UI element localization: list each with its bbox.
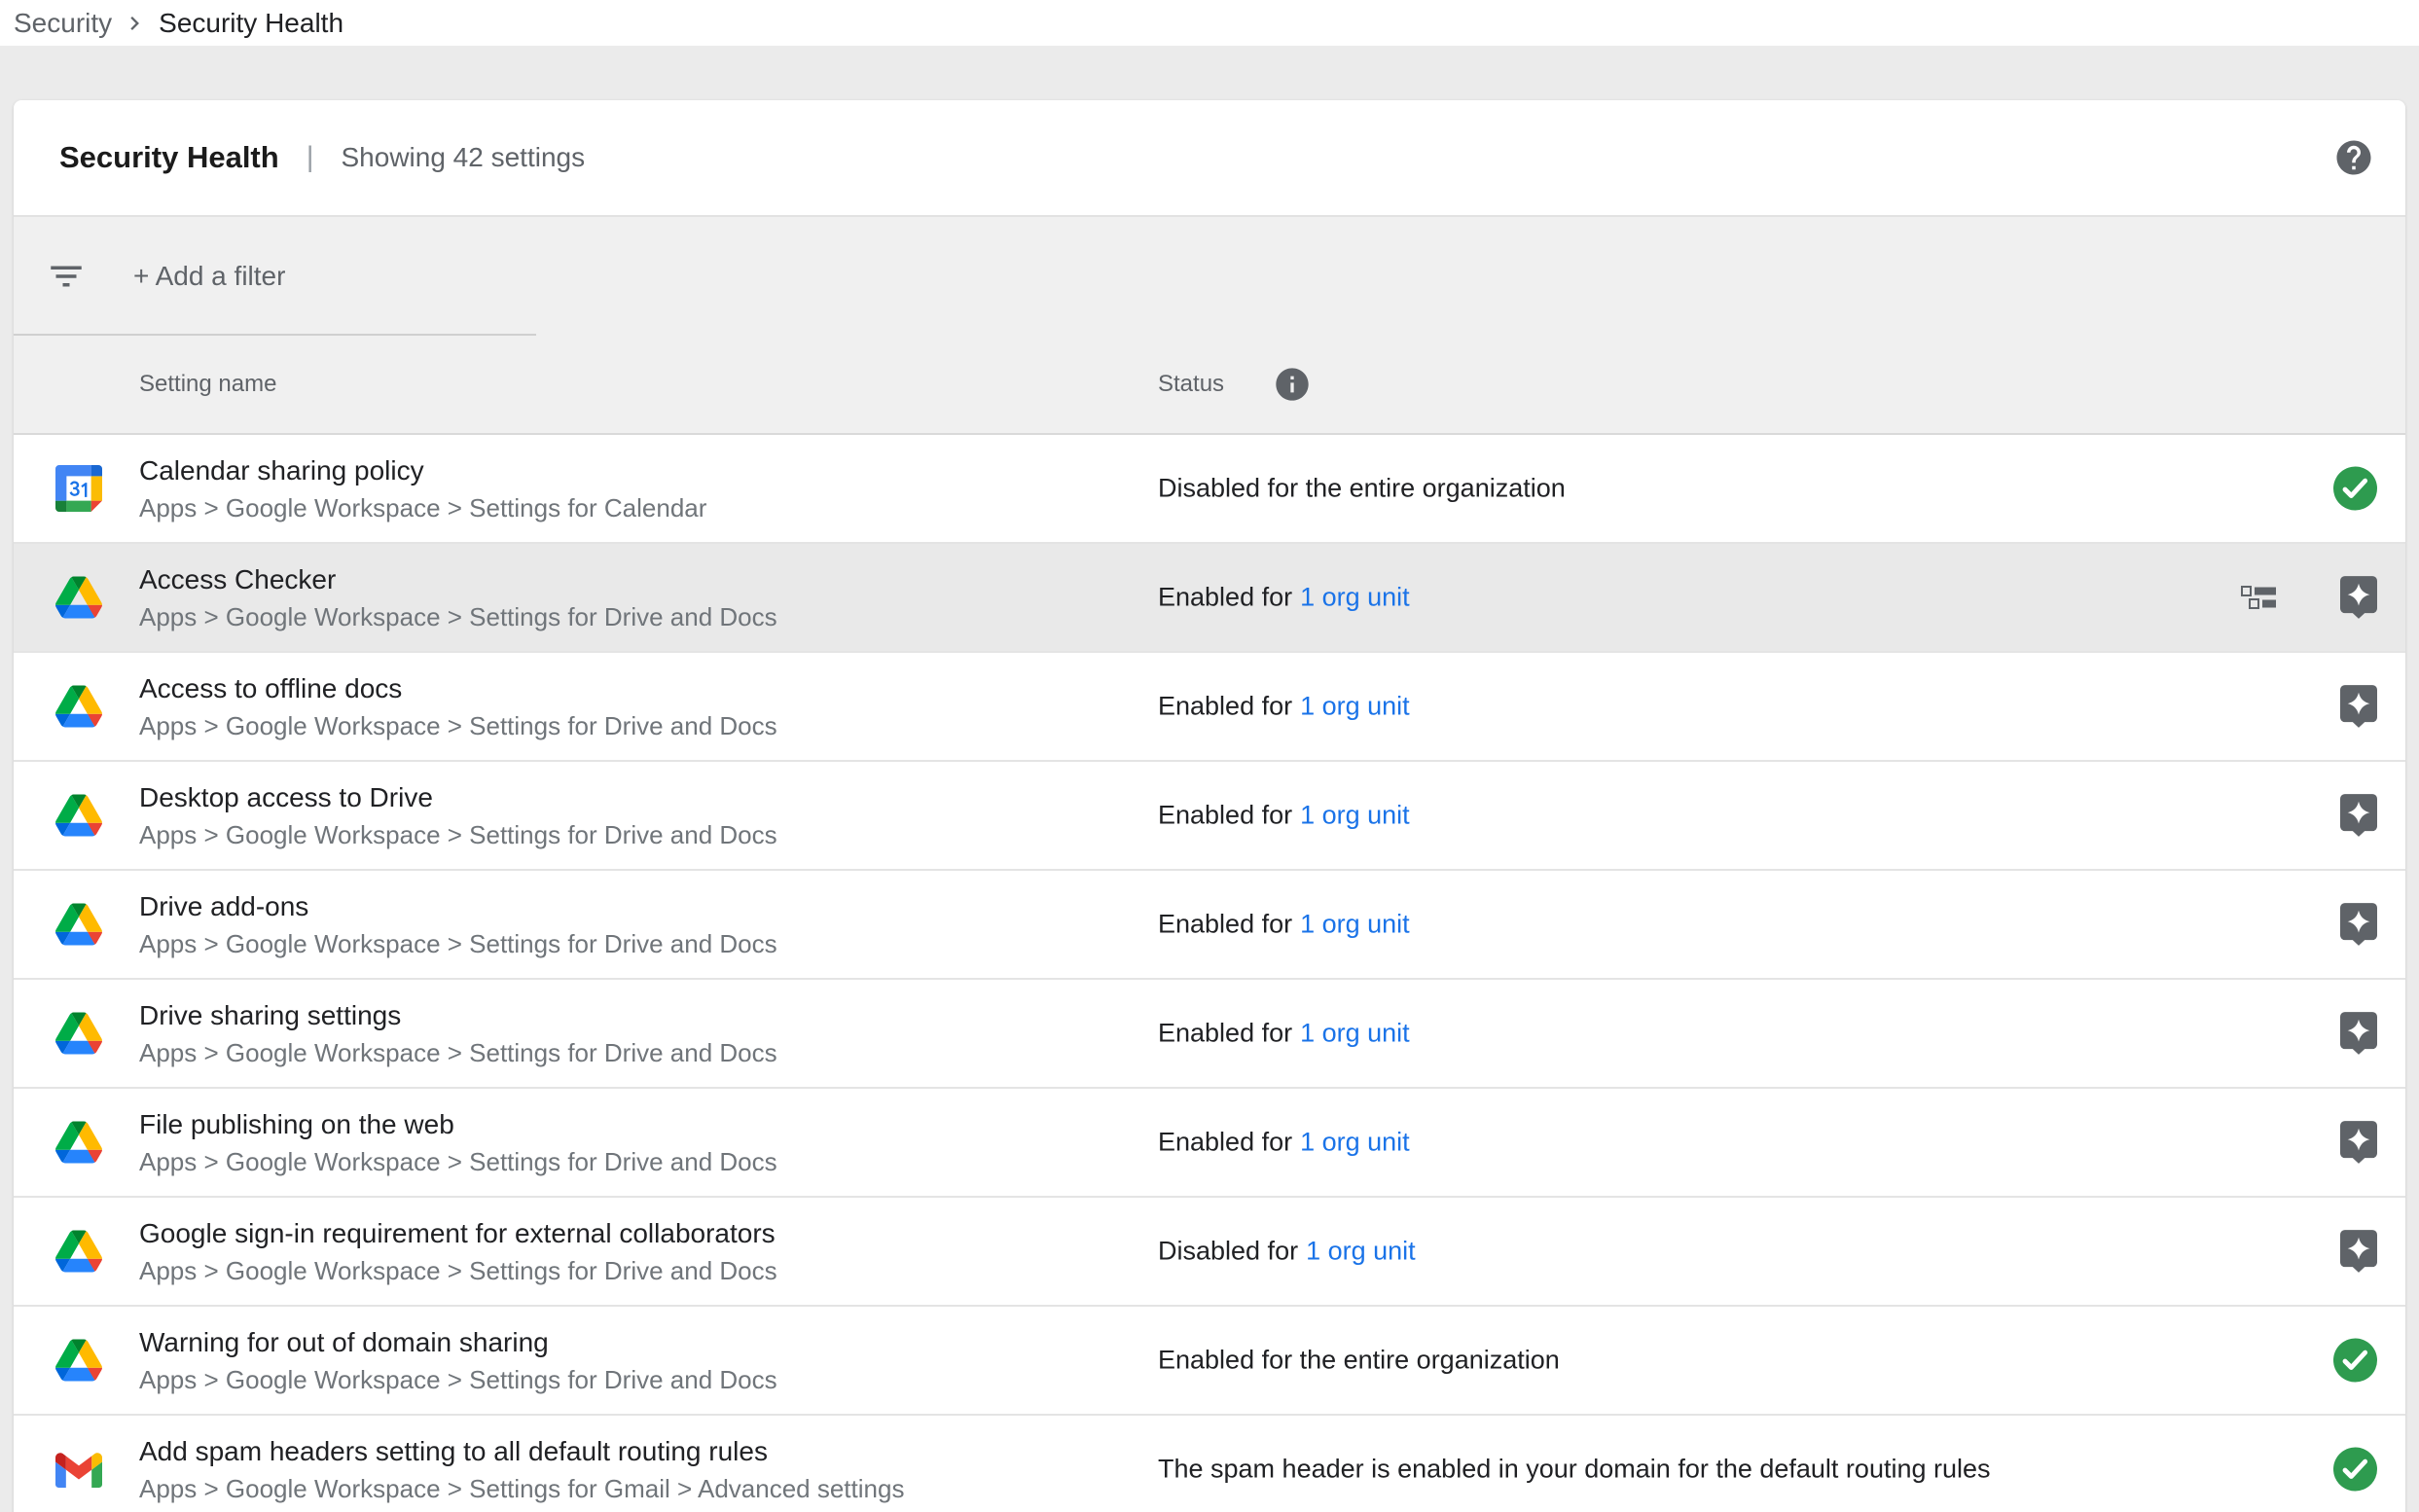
setting-name[interactable]: Add spam headers setting to all default … [139,1436,904,1467]
org-units-icon[interactable] [2241,585,2276,610]
settings-count: Showing 42 settings [342,142,586,173]
google-drive-icon [55,1010,102,1057]
recommendation-badge-icon[interactable] [2340,794,2377,837]
setting-status: Enabled for 1 org unit [1158,1128,1410,1158]
setting-path: Apps > Google Workspace > Settings for D… [139,1256,777,1285]
status-text: Enabled for [1158,583,1292,613]
org-unit-link[interactable]: 1 org unit [1300,583,1410,613]
table-row[interactable]: Drive add-ons Apps > Google Workspace > … [14,871,2405,980]
setting-status: Enabled for the entire organization [1158,1346,1560,1376]
table-row[interactable]: File publishing on the web Apps > Google… [14,1089,2405,1198]
security-health-card: Security Health | Showing 42 settings + … [14,100,2405,1512]
table-row[interactable]: Access to offline docs Apps > Google Wor… [14,653,2405,762]
setting-path: Apps > Google Workspace > Settings for C… [139,493,706,522]
info-icon[interactable] [1273,365,1312,404]
org-unit-link[interactable]: 1 org unit [1300,1019,1410,1049]
google-drive-icon [55,1337,102,1384]
org-unit-link[interactable]: 1 org unit [1300,1128,1410,1158]
google-drive-icon [55,901,102,948]
org-unit-link[interactable]: 1 org unit [1300,910,1410,940]
title-separator: | [307,141,314,174]
table-row[interactable]: Drive sharing settings Apps > Google Wor… [14,980,2405,1089]
setting-name[interactable]: Access Checker [139,564,777,595]
filter-bar: + Add a filter [14,217,2405,336]
table-row[interactable]: Warning for out of domain sharing Apps >… [14,1307,2405,1416]
table-row[interactable]: Add spam headers setting to all default … [14,1416,2405,1512]
add-filter-button[interactable]: + Add a filter [133,261,285,292]
table-row[interactable]: Access Checker Apps > Google Workspace >… [14,544,2405,653]
status-ok-check-icon [2333,467,2377,511]
status-text: Enabled for [1158,1128,1292,1158]
filter-list-icon[interactable] [46,256,87,297]
recommendation-badge-icon[interactable] [2340,576,2377,619]
status-text: Disabled for the entire organization [1158,474,1566,504]
org-unit-link[interactable]: 1 org unit [1300,801,1410,831]
setting-name[interactable]: Desktop access to Drive [139,782,777,813]
setting-path: Apps > Google Workspace > Settings for D… [139,929,777,958]
google-drive-icon [55,1119,102,1166]
status-ok-check-icon [2333,1448,2377,1492]
setting-path: Apps > Google Workspace > Settings for G… [139,1474,904,1503]
column-setting-name: Setting name [14,371,276,398]
setting-status: Disabled for the entire organization [1158,474,1566,504]
status-header-label: Status [1158,371,1224,398]
setting-path: Apps > Google Workspace > Settings for D… [139,711,777,740]
setting-status: Enabled for 1 org unit [1158,910,1410,940]
card-header: Security Health | Showing 42 settings [14,100,2405,217]
setting-path: Apps > Google Workspace > Settings for D… [139,602,777,631]
status-text: Enabled for [1158,1019,1292,1049]
setting-status: Enabled for 1 org unit [1158,692,1410,722]
setting-name[interactable]: Google sign-in requirement for external … [139,1218,777,1249]
setting-name[interactable]: Drive add-ons [139,891,777,922]
table-row[interactable]: Google sign-in requirement for external … [14,1198,2405,1307]
setting-status: Enabled for 1 org unit [1158,1019,1410,1049]
status-text: Enabled for [1158,692,1292,722]
google-drive-icon [55,574,102,621]
status-text: Enabled for the entire organization [1158,1346,1560,1376]
setting-name[interactable]: Calendar sharing policy [139,455,706,486]
setting-status: Disabled for 1 org unit [1158,1237,1416,1267]
recommendation-badge-icon[interactable] [2340,1121,2377,1164]
recommendation-badge-icon[interactable] [2340,1012,2377,1055]
google-calendar-icon [55,465,102,512]
google-drive-icon [55,792,102,839]
google-drive-icon [55,1228,102,1275]
recommendation-badge-icon[interactable] [2340,903,2377,946]
google-drive-icon [55,683,102,730]
setting-name[interactable]: Drive sharing settings [139,1000,777,1031]
recommendation-badge-icon[interactable] [2340,1230,2377,1273]
table-row[interactable]: Calendar sharing policy Apps > Google Wo… [14,435,2405,544]
org-unit-link[interactable]: 1 org unit [1300,692,1410,722]
gmail-icon [55,1452,102,1488]
setting-path: Apps > Google Workspace > Settings for D… [139,1365,777,1394]
setting-path: Apps > Google Workspace > Settings for D… [139,1147,777,1176]
status-text: The spam header is enabled in your domai… [1158,1455,1991,1485]
status-text: Enabled for [1158,801,1292,831]
page-title: Security Health [59,140,279,175]
help-icon[interactable] [2333,137,2374,178]
setting-status: Enabled for 1 org unit [1158,801,1410,831]
setting-status: The spam header is enabled in your domai… [1158,1455,1991,1485]
setting-name[interactable]: File publishing on the web [139,1109,777,1140]
org-unit-link[interactable]: 1 org unit [1306,1237,1416,1267]
table-header: Setting name Status [14,336,2405,435]
status-text: Enabled for [1158,910,1292,940]
setting-name[interactable]: Access to offline docs [139,673,777,704]
table-row[interactable]: Desktop access to Drive Apps > Google Wo… [14,762,2405,871]
recommendation-badge-icon[interactable] [2340,685,2377,728]
setting-name[interactable]: Warning for out of domain sharing [139,1327,777,1358]
status-text: Disabled for [1158,1237,1298,1267]
setting-status: Enabled for 1 org unit [1158,583,1410,613]
status-ok-check-icon [2333,1339,2377,1383]
column-status: Status [1158,365,1312,404]
setting-path: Apps > Google Workspace > Settings for D… [139,820,777,849]
setting-path: Apps > Google Workspace > Settings for D… [139,1038,777,1067]
